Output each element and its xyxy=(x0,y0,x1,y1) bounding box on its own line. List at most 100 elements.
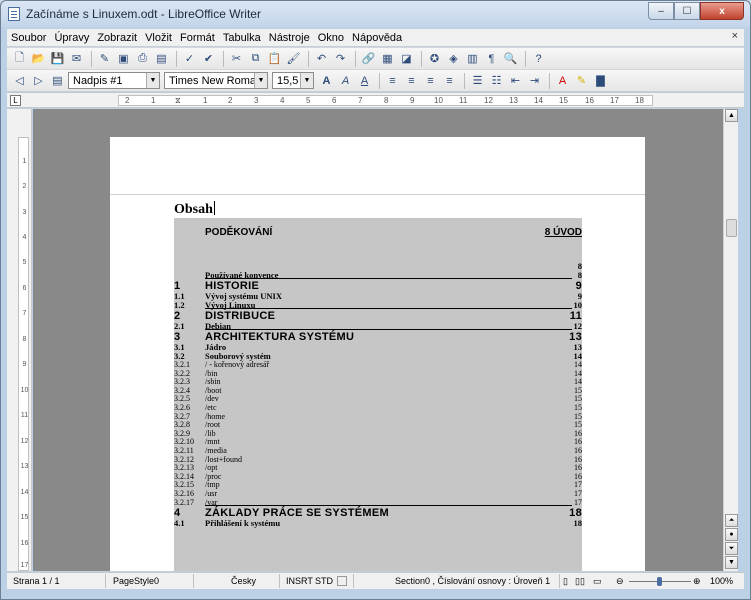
close-button[interactable]: x xyxy=(700,2,744,20)
title-bar[interactable]: Začínáme s Linuxem.odt - LibreOffice Wri… xyxy=(1,1,750,27)
menu-view[interactable]: Zobrazit xyxy=(97,32,137,44)
page-number[interactable]: Strana 1 / 1 xyxy=(13,576,60,586)
toolbar-separator xyxy=(355,50,356,67)
menu-insert[interactable]: Vložit xyxy=(145,32,172,44)
data-sources-icon[interactable]: ▥ xyxy=(464,50,481,67)
insert-mode[interactable]: INSRT xyxy=(286,576,313,586)
back-arrow-icon[interactable]: ◁ xyxy=(11,72,28,89)
next-page-icon[interactable]: ⏷ xyxy=(725,542,738,555)
horizontal-ruler[interactable]: L 2 1 ⧖ 1 2 3 4 5 6 7 8 9 10 11 12 13 14… xyxy=(7,92,744,108)
page-style[interactable]: PageStyle0 xyxy=(113,576,159,586)
help-icon[interactable]: ? xyxy=(530,50,547,67)
gallery-icon[interactable]: ◈ xyxy=(445,50,462,67)
scroll-thumb[interactable] xyxy=(726,219,737,237)
background-color-icon[interactable]: ▇ xyxy=(592,72,609,89)
print-preview-icon[interactable]: ▤ xyxy=(153,50,170,67)
indent-marker-icon[interactable]: ⧖ xyxy=(175,96,181,106)
save-icon[interactable]: 💾 xyxy=(49,50,66,67)
previous-page-icon[interactable]: ⏶ xyxy=(725,514,738,527)
vertical-scrollbar[interactable]: ▲ ⏶ ● ⏷ ▼ xyxy=(723,109,738,571)
chevron-down-icon[interactable]: ▼ xyxy=(300,73,313,88)
ruler-tick: 11 xyxy=(459,96,468,105)
vertical-ruler-scale[interactable]: 1 2 3 4 5 6 7 8 9 10 11 12 13 14 15 16 1… xyxy=(18,137,29,571)
increase-indent-icon[interactable]: ⇥ xyxy=(526,72,543,89)
ruler-tick: 7 xyxy=(358,96,363,105)
clone-format-icon[interactable]: 🖌 xyxy=(285,50,302,67)
open-icon[interactable]: 📂 xyxy=(30,50,47,67)
single-page-view-icon[interactable]: ▯ xyxy=(563,576,568,587)
document-area[interactable]: Obsah PODĚKOVÁNÍ 8 ÚVOD 8 Používané konvenc… xyxy=(33,109,723,571)
selection-mode[interactable]: STD xyxy=(315,576,333,586)
zoom-in-icon[interactable]: ⊕ xyxy=(693,576,701,587)
table-of-contents[interactable]: PODĚKOVÁNÍ 8 ÚVOD 8 Používané konvence 8 1 HIS… xyxy=(174,218,582,571)
vertical-ruler[interactable]: 1 2 3 4 5 6 7 8 9 10 11 12 13 14 15 16 1… xyxy=(7,109,32,571)
styles-icon[interactable]: ▤ xyxy=(49,72,66,89)
undo-icon[interactable]: ↶ xyxy=(313,50,330,67)
zoom-out-icon[interactable]: ⊖ xyxy=(616,576,624,587)
menu-format[interactable]: Formát xyxy=(180,32,215,44)
font-color-icon[interactable]: A xyxy=(554,72,571,89)
language[interactable]: Česky xyxy=(231,576,256,586)
scroll-down-icon[interactable]: ▼ xyxy=(725,556,738,569)
document-page[interactable]: Obsah PODĚKOVÁNÍ 8 ÚVOD 8 Používané konvenc… xyxy=(110,137,645,571)
underline-icon[interactable]: A xyxy=(356,72,373,89)
show-draw-icon[interactable]: ◪ xyxy=(398,50,415,67)
formatting-marks-icon[interactable]: ¶ xyxy=(483,50,500,67)
redo-icon[interactable]: ↷ xyxy=(332,50,349,67)
menu-tools[interactable]: Nástroje xyxy=(269,32,310,44)
justify-icon[interactable]: ≡ xyxy=(441,72,458,89)
hyperlink-icon[interactable]: 🔗 xyxy=(360,50,377,67)
zoom-slider-handle[interactable] xyxy=(657,577,662,586)
document-modified-icon[interactable] xyxy=(337,576,347,586)
bold-icon[interactable]: A xyxy=(318,72,335,89)
ruler-scale[interactable]: 2 1 ⧖ 1 2 3 4 5 6 7 8 9 10 11 12 13 14 1… xyxy=(118,95,653,106)
navigator-icon[interactable]: ✪ xyxy=(426,50,443,67)
chevron-down-icon[interactable]: ▼ xyxy=(254,73,267,88)
font-name-select[interactable]: Times New Roman ▼ xyxy=(164,72,268,89)
ruler-tick: 3 xyxy=(254,96,259,105)
print-icon[interactable]: ⎙ xyxy=(134,50,151,67)
new-document-icon[interactable]: 🗋 xyxy=(11,50,28,67)
forward-arrow-icon[interactable]: ▷ xyxy=(30,72,47,89)
highlight-icon[interactable]: ✎ xyxy=(573,72,590,89)
numbering-icon[interactable]: ☰ xyxy=(469,72,486,89)
paste-icon[interactable]: 📋 xyxy=(266,50,283,67)
export-pdf-icon[interactable]: ▣ xyxy=(115,50,132,67)
zoom-icon[interactable]: 🔍 xyxy=(502,50,519,67)
italic-icon[interactable]: A xyxy=(337,72,354,89)
align-center-icon[interactable]: ≡ xyxy=(403,72,420,89)
toc-entry-page: 12 xyxy=(573,321,583,331)
toc-entry-number: 3.2.17 xyxy=(174,497,194,507)
cut-icon[interactable]: ✂ xyxy=(228,50,245,67)
email-icon[interactable]: ✉ xyxy=(68,50,85,67)
navigation-icon[interactable]: ● xyxy=(725,528,738,541)
menu-window[interactable]: Okno xyxy=(318,32,344,44)
menu-edit[interactable]: Úpravy xyxy=(54,32,89,44)
paragraph-style-select[interactable]: Nadpis #1 ▼ xyxy=(68,72,160,89)
menu-file[interactable]: Soubor xyxy=(11,32,46,44)
spellcheck-icon[interactable]: ✓ xyxy=(181,50,198,67)
align-left-icon[interactable]: ≡ xyxy=(384,72,401,89)
scroll-up-icon[interactable]: ▲ xyxy=(725,109,738,122)
close-document-icon[interactable]: × xyxy=(732,30,738,42)
minimize-button[interactable]: – xyxy=(648,2,674,20)
table-icon[interactable]: ▦ xyxy=(379,50,396,67)
toc-heading[interactable]: Obsah xyxy=(174,201,215,218)
ruler-tick: 16 xyxy=(585,96,594,105)
multi-page-view-icon[interactable]: ▯▯ xyxy=(575,576,585,587)
zoom-level[interactable]: 100% xyxy=(710,576,733,586)
app-window: Začínáme s Linuxem.odt - LibreOffice Wri… xyxy=(0,0,751,600)
menu-table[interactable]: Tabulka xyxy=(223,32,261,44)
align-right-icon[interactable]: ≡ xyxy=(422,72,439,89)
maximize-button[interactable]: ☐ xyxy=(674,2,700,20)
tab-stop-type-icon[interactable]: L xyxy=(10,95,21,106)
bullets-icon[interactable]: ☷ xyxy=(488,72,505,89)
decrease-indent-icon[interactable]: ⇤ xyxy=(507,72,524,89)
autospell-icon[interactable]: ✔ xyxy=(200,50,217,67)
menu-help[interactable]: Nápověda xyxy=(352,32,402,44)
edit-mode-icon[interactable]: ✎ xyxy=(96,50,113,67)
chevron-down-icon[interactable]: ▼ xyxy=(146,73,159,88)
book-view-icon[interactable]: ▭ xyxy=(593,576,602,587)
copy-icon[interactable]: ⧉ xyxy=(247,50,264,67)
font-size-select[interactable]: 15,5 ▼ xyxy=(272,72,314,89)
